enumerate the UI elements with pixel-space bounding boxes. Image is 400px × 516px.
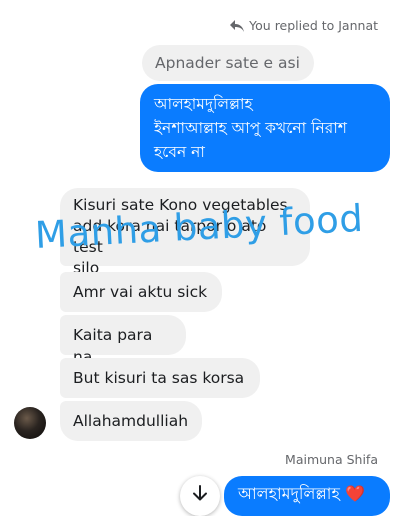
outgoing-message[interactable]: আলহামদুলিল্লাহ ❤️ xyxy=(224,476,390,516)
incoming-message[interactable]: Kaita para na xyxy=(60,315,186,366)
quoted-message[interactable]: Apnader sate e asi xyxy=(142,45,314,81)
arrow-down-icon xyxy=(193,485,207,501)
outgoing-message[interactable]: আলহামদুলিল্লাহ ইনশাআল্লাহ আপু কখনো নিরাশ… xyxy=(140,84,390,172)
incoming-message[interactable]: Amr vai aktu sick xyxy=(60,272,222,312)
reply-arrow-icon xyxy=(230,19,245,32)
reply-indicator-text: You replied to Jannat xyxy=(249,18,378,33)
incoming-message[interactable]: But kisuri ta sas korsa xyxy=(60,358,260,398)
scroll-down-button[interactable] xyxy=(180,476,220,516)
message-line: ইনশাআল্লাহ আপু কখনো নিরাশ xyxy=(154,119,347,137)
message-text: আলহামদুলিল্লাহ xyxy=(238,484,340,503)
incoming-message[interactable]: Allahamdulliah xyxy=(60,401,202,441)
sender-name: Maimuna Shifa xyxy=(285,452,378,467)
reply-indicator: You replied to Jannat xyxy=(229,18,378,33)
message-line: হবেন না xyxy=(154,143,205,161)
avatar[interactable] xyxy=(14,407,46,439)
heart-emoji-icon: ❤️ xyxy=(344,484,365,503)
message-line: আলহামদুলিল্লাহ xyxy=(154,95,253,113)
